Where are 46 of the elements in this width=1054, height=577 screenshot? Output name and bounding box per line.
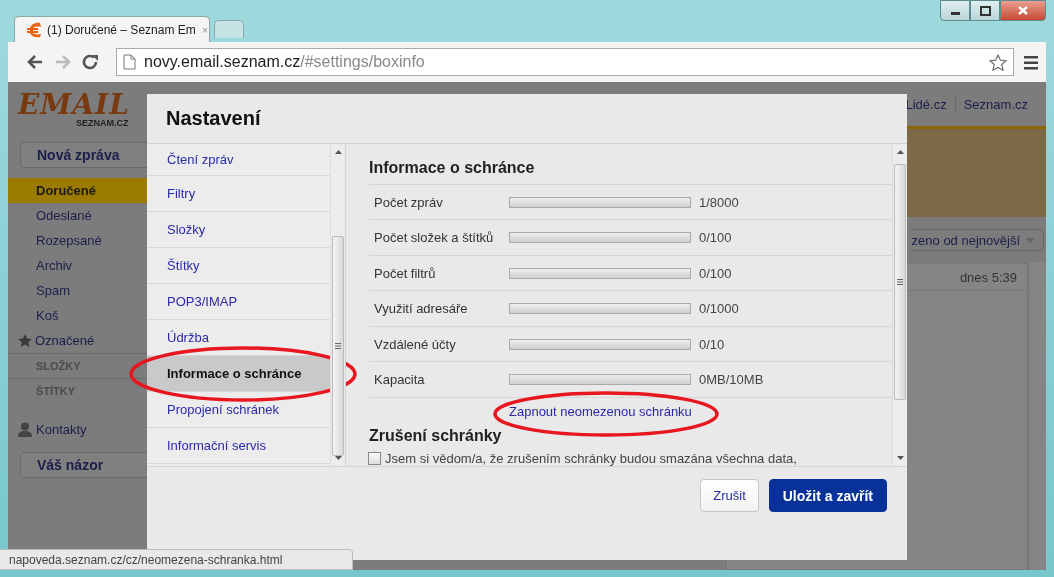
checkbox-label: Jsem si vědom/a, že zrušením schránky budou smazána všechna data,	[385, 451, 797, 466]
save-and-close-button[interactable]: Uložit a zavřít	[768, 479, 887, 512]
grip-icon	[335, 343, 341, 349]
reload-icon[interactable]	[82, 54, 100, 70]
section-heading: Zrušení schránky	[369, 426, 503, 446]
scroll-up-icon[interactable]	[334, 150, 342, 154]
bookmark-star-icon[interactable]	[989, 53, 1007, 71]
star-icon	[18, 333, 32, 348]
address-bar[interactable]: novy.email.seznam.cz/#settings/boxinfo	[116, 48, 1014, 76]
sort-dropdown[interactable]: zeno od nejnovější	[909, 229, 1044, 251]
stat-label: Počet filtrů	[374, 265, 437, 281]
scrollbar-thumb[interactable]	[894, 164, 906, 400]
header-link[interactable]: Seznam.cz	[963, 96, 1028, 112]
close-icon	[1018, 6, 1028, 15]
settings-nav-item[interactable]: Informace o schránce	[147, 356, 330, 392]
scroll-up-icon[interactable]	[896, 150, 904, 154]
email-logo-icon	[27, 21, 41, 38]
stat-reading: 1/8000	[699, 194, 739, 210]
status-bar: napoveda.seznam.cz/cz/neomezena-schranka.html	[0, 549, 353, 570]
stat-label: Vzdálené účty	[374, 336, 457, 352]
stat-label: Využití adresáře	[374, 301, 469, 317]
page-icon	[123, 54, 136, 70]
scrollbar[interactable]	[1030, 262, 1046, 570]
close-tab-icon[interactable]: ×	[201, 23, 209, 36]
stat-reading: 0MB/10MB	[699, 372, 764, 388]
browser-tab[interactable]: (1) Doručené – Seznam Em ×	[14, 16, 210, 42]
section-heading: Informace o schránce	[369, 158, 536, 178]
grip-icon	[897, 279, 903, 285]
person-icon	[18, 422, 32, 437]
menu-icon[interactable]	[1024, 54, 1038, 70]
cancel-button[interactable]: Zrušit	[700, 479, 759, 512]
back-icon[interactable]	[26, 54, 44, 70]
stat-label: Kapacita	[374, 372, 426, 388]
header-link[interactable]: Lidé.cz	[905, 96, 947, 112]
maximize-icon	[979, 5, 991, 16]
stat-label: Počet složek a štítků	[374, 230, 495, 246]
scroll-down-icon[interactable]	[896, 456, 904, 460]
checkbox[interactable]	[368, 452, 381, 465]
scrollbar-thumb[interactable]	[332, 236, 344, 456]
stat-label: Počet zpráv	[374, 194, 444, 210]
stat-reading: 0/10	[699, 336, 725, 352]
close-button[interactable]	[1000, 0, 1046, 21]
stat-reading: 0/1000	[699, 301, 739, 317]
stat-reading: 0/100	[699, 230, 732, 246]
minimize-button[interactable]	[940, 0, 970, 21]
maximize-button[interactable]	[970, 0, 1000, 21]
